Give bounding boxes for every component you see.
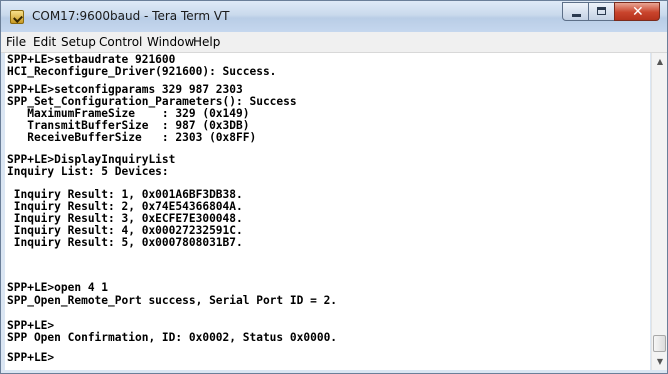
scroll-up-icon[interactable]: ▲: [652, 53, 668, 70]
terminal-line: HCI_Reconfigure_Driver(921600): Success.: [7, 65, 277, 78]
terminal-line: Inquiry List: 5 Devices:: [7, 165, 169, 178]
terminal-line: Inquiry Result: 5, 0x0007808031B7.: [7, 236, 243, 249]
tera-term-window: COM17:9600baud - Tera Term VT ✕ File Edi…: [0, 0, 668, 374]
menu-bar: File Edit Setup Control Window Help: [1, 32, 667, 53]
minimize-button[interactable]: [562, 2, 589, 21]
menu-setup[interactable]: Setup: [61, 35, 96, 49]
scroll-down-icon[interactable]: ▼: [652, 353, 668, 370]
menu-help[interactable]: Help: [193, 35, 220, 49]
window-controls: ✕: [562, 2, 660, 22]
terminal-line: SPP+LE>open 4 1: [7, 281, 109, 294]
scroll-thumb[interactable]: [653, 335, 666, 352]
terminal-output[interactable]: SPP+LE>setbaudrate 921600 HCI_Reconfigur…: [5, 53, 650, 370]
close-button[interactable]: ✕: [614, 2, 660, 21]
menu-file[interactable]: File: [6, 35, 26, 49]
terminal-line: ReceiveBufferSize : 2303 (0x8FF): [7, 131, 257, 144]
tera-term-icon[interactable]: [10, 10, 24, 24]
maximize-button[interactable]: [588, 2, 615, 21]
title-bar[interactable]: COM17:9600baud - Tera Term VT ✕: [1, 1, 667, 32]
close-icon: ✕: [632, 4, 644, 20]
terminal-line: SPP Open Confirmation, ID: 0x0002, Statu…: [7, 331, 338, 344]
minimize-icon: [572, 14, 581, 17]
vertical-scrollbar[interactable]: ▲ ▼: [651, 53, 667, 370]
maximize-icon: [597, 7, 606, 15]
terminal-line: SPP_Open_Remote_Port success, Serial Por…: [7, 294, 338, 307]
terminal-line: SPP+LE>: [7, 351, 55, 364]
menu-edit[interactable]: Edit: [33, 35, 56, 49]
menu-window[interactable]: Window: [147, 35, 194, 49]
window-title: COM17:9600baud - Tera Term VT: [32, 9, 230, 23]
menu-control[interactable]: Control: [99, 35, 142, 49]
